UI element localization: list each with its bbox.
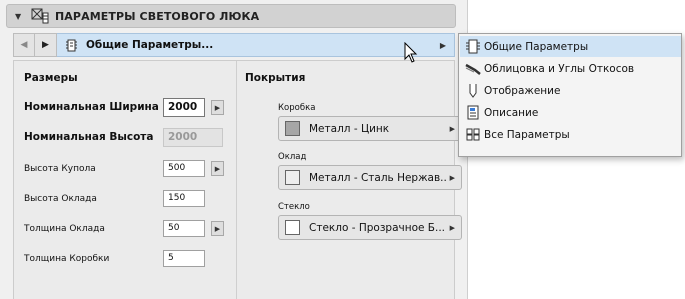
settings-content: Размеры Номинальная Ширина 2000 ▶ Номина…: [13, 60, 462, 299]
flashing-surface-label: Оклад: [278, 152, 307, 162]
flashing-thickness-field[interactable]: 50: [163, 220, 205, 237]
panel-title: ПАРАМЕТРЫ СВЕТОВОГО ЛЮКА: [55, 9, 260, 23]
cladding-icon: [465, 63, 481, 75]
glass-surface-label: Стекло: [278, 202, 310, 212]
panel-header[interactable]: ▼ ПАРАМЕТРЫ СВЕТОВОГО ЛЮКА: [6, 4, 456, 28]
flashing-thickness-label: Толщина Оклада: [24, 224, 105, 234]
flashing-surface-picker[interactable]: Металл - Сталь Нержав... ▶: [278, 165, 462, 190]
description-icon: [467, 105, 479, 120]
page-dropdown-menu: Общие Параметры Облицовка и Углы Откосов…: [458, 33, 682, 157]
frame-thickness-label: Толщина Коробки: [24, 254, 110, 264]
frame-surface-picker[interactable]: Металл - Цинк ▶: [278, 116, 462, 141]
page-selector[interactable]: Общие Параметры... ▶: [57, 33, 455, 57]
flashing-thickness-link-button[interactable]: ▶: [211, 221, 224, 236]
chevron-right-icon: ▶: [439, 40, 446, 50]
menu-item-cladding[interactable]: Облицовка и Углы Откосов: [460, 58, 681, 79]
dome-height-field[interactable]: 500: [163, 160, 205, 177]
surface-swatch: [285, 170, 300, 185]
all-parameters-icon: [466, 128, 480, 141]
menu-item-general-settings[interactable]: Общие Параметры: [460, 36, 681, 57]
column-divider: [236, 61, 237, 299]
menu-item-label: Облицовка и Углы Откосов: [484, 62, 635, 75]
nominal-width-field[interactable]: 2000: [163, 98, 205, 117]
menu-item-all-parameters[interactable]: Все Параметры: [460, 124, 681, 145]
surface-swatch: [285, 220, 300, 235]
skylight-settings-panel: ▼ ПАРАМЕТРЫ СВЕТОВОГО ЛЮКА ◀ ▶ Общие Пар…: [0, 0, 468, 299]
skylight-icon: [31, 8, 49, 24]
flashing-height-field[interactable]: 150: [163, 190, 205, 207]
nominal-height-field: 2000: [163, 128, 223, 147]
page-navigator: ◀ ▶ Общие Параметры... ▶: [13, 33, 455, 57]
frame-surface-label: Коробка: [278, 103, 316, 113]
glass-surface-name: Стекло - Прозрачное Б...: [309, 221, 446, 234]
back-button[interactable]: ◀: [13, 33, 35, 57]
nominal-height-label: Номинальная Высота: [24, 131, 154, 143]
menu-item-description[interactable]: Описание: [460, 102, 681, 123]
nominal-width-label: Номинальная Ширина: [24, 101, 159, 113]
menu-item-label: Все Параметры: [484, 128, 570, 141]
forward-button[interactable]: ▶: [35, 33, 57, 57]
menu-item-label: Общие Параметры: [484, 40, 589, 53]
surface-swatch: [285, 121, 300, 136]
nominal-width-link-button[interactable]: ▶: [211, 100, 224, 115]
general-settings-icon: [66, 39, 77, 51]
dome-height-link-button[interactable]: ▶: [211, 161, 224, 176]
chevron-right-icon: ▶: [449, 173, 455, 182]
collapse-arrow-icon[interactable]: ▼: [15, 12, 25, 21]
mouse-pointer-icon: [404, 42, 418, 63]
frame-thickness-field[interactable]: 5: [163, 250, 205, 267]
display-icon: [469, 84, 477, 98]
menu-item-display[interactable]: Отображение: [460, 80, 681, 101]
sizes-section-title: Размеры: [24, 72, 78, 84]
dome-height-label: Высота Купола: [24, 164, 96, 174]
glass-surface-picker[interactable]: Стекло - Прозрачное Б... ▶: [278, 215, 462, 240]
menu-item-label: Описание: [484, 106, 539, 119]
flashing-height-label: Высота Оклада: [24, 194, 97, 204]
frame-surface-name: Металл - Цинк: [309, 122, 390, 135]
flashing-surface-name: Металл - Сталь Нержав...: [309, 171, 447, 184]
surfaces-section-title: Покрытия: [245, 72, 306, 84]
chevron-right-icon: ▶: [449, 223, 455, 232]
general-settings-icon: [466, 39, 480, 54]
page-selector-label: Общие Параметры...: [86, 39, 214, 51]
menu-item-label: Отображение: [484, 84, 561, 97]
chevron-right-icon: ▶: [449, 124, 455, 133]
